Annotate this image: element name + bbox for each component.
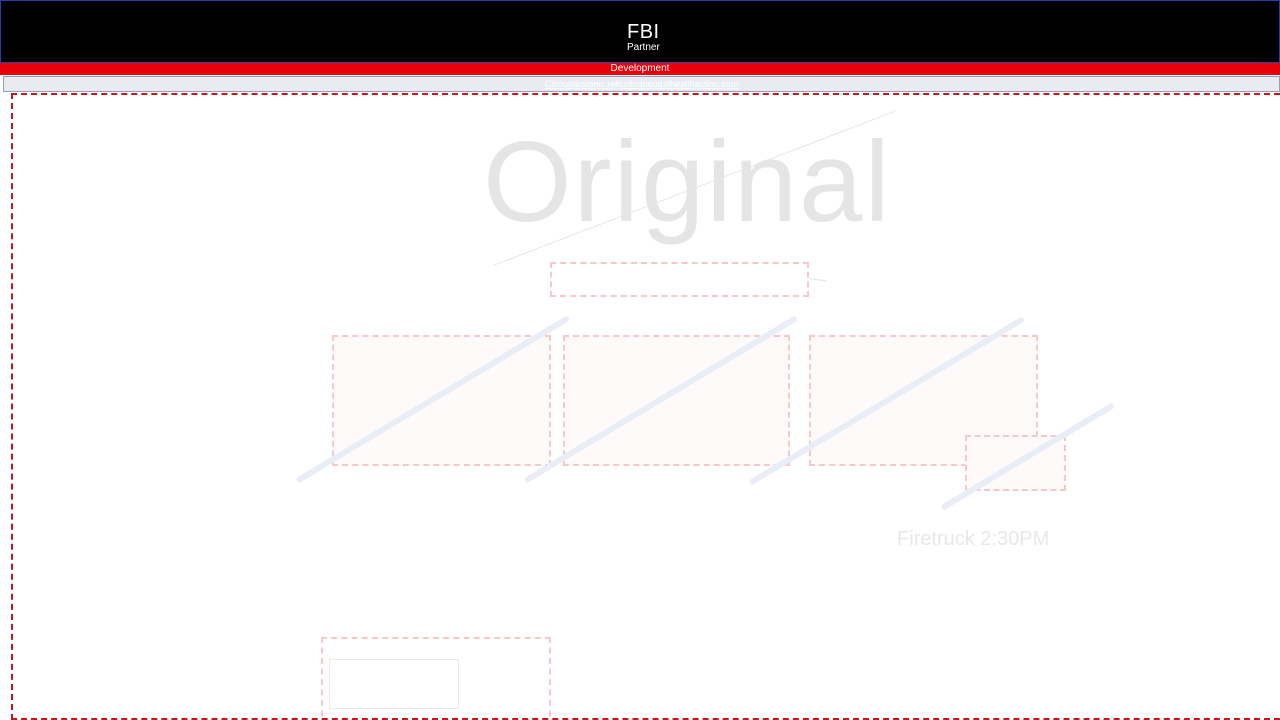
brand-subtitle: Partner	[627, 42, 660, 53]
bottom-panel[interactable]	[321, 637, 551, 718]
brand-title[interactable]: FBI	[627, 21, 660, 43]
panel-inner-frame	[329, 659, 459, 709]
image-tile-2[interactable]	[563, 335, 790, 466]
design-canvas[interactable]: Original Firetruck 2:30PM	[11, 93, 1280, 720]
url-link[interactable]: Clinicalarsionic.relicolinaneutralhealth…	[3, 76, 1280, 92]
label-connector-line	[808, 278, 827, 282]
image-tile-1[interactable]	[332, 335, 551, 466]
app-header: FBI Partner	[0, 0, 1280, 63]
environment-banner: Development	[0, 63, 1280, 75]
image-caption: Firetruck 2:30PM	[897, 528, 1050, 550]
watermark-text: Original	[483, 119, 892, 246]
label-placeholder[interactable]	[550, 262, 809, 297]
